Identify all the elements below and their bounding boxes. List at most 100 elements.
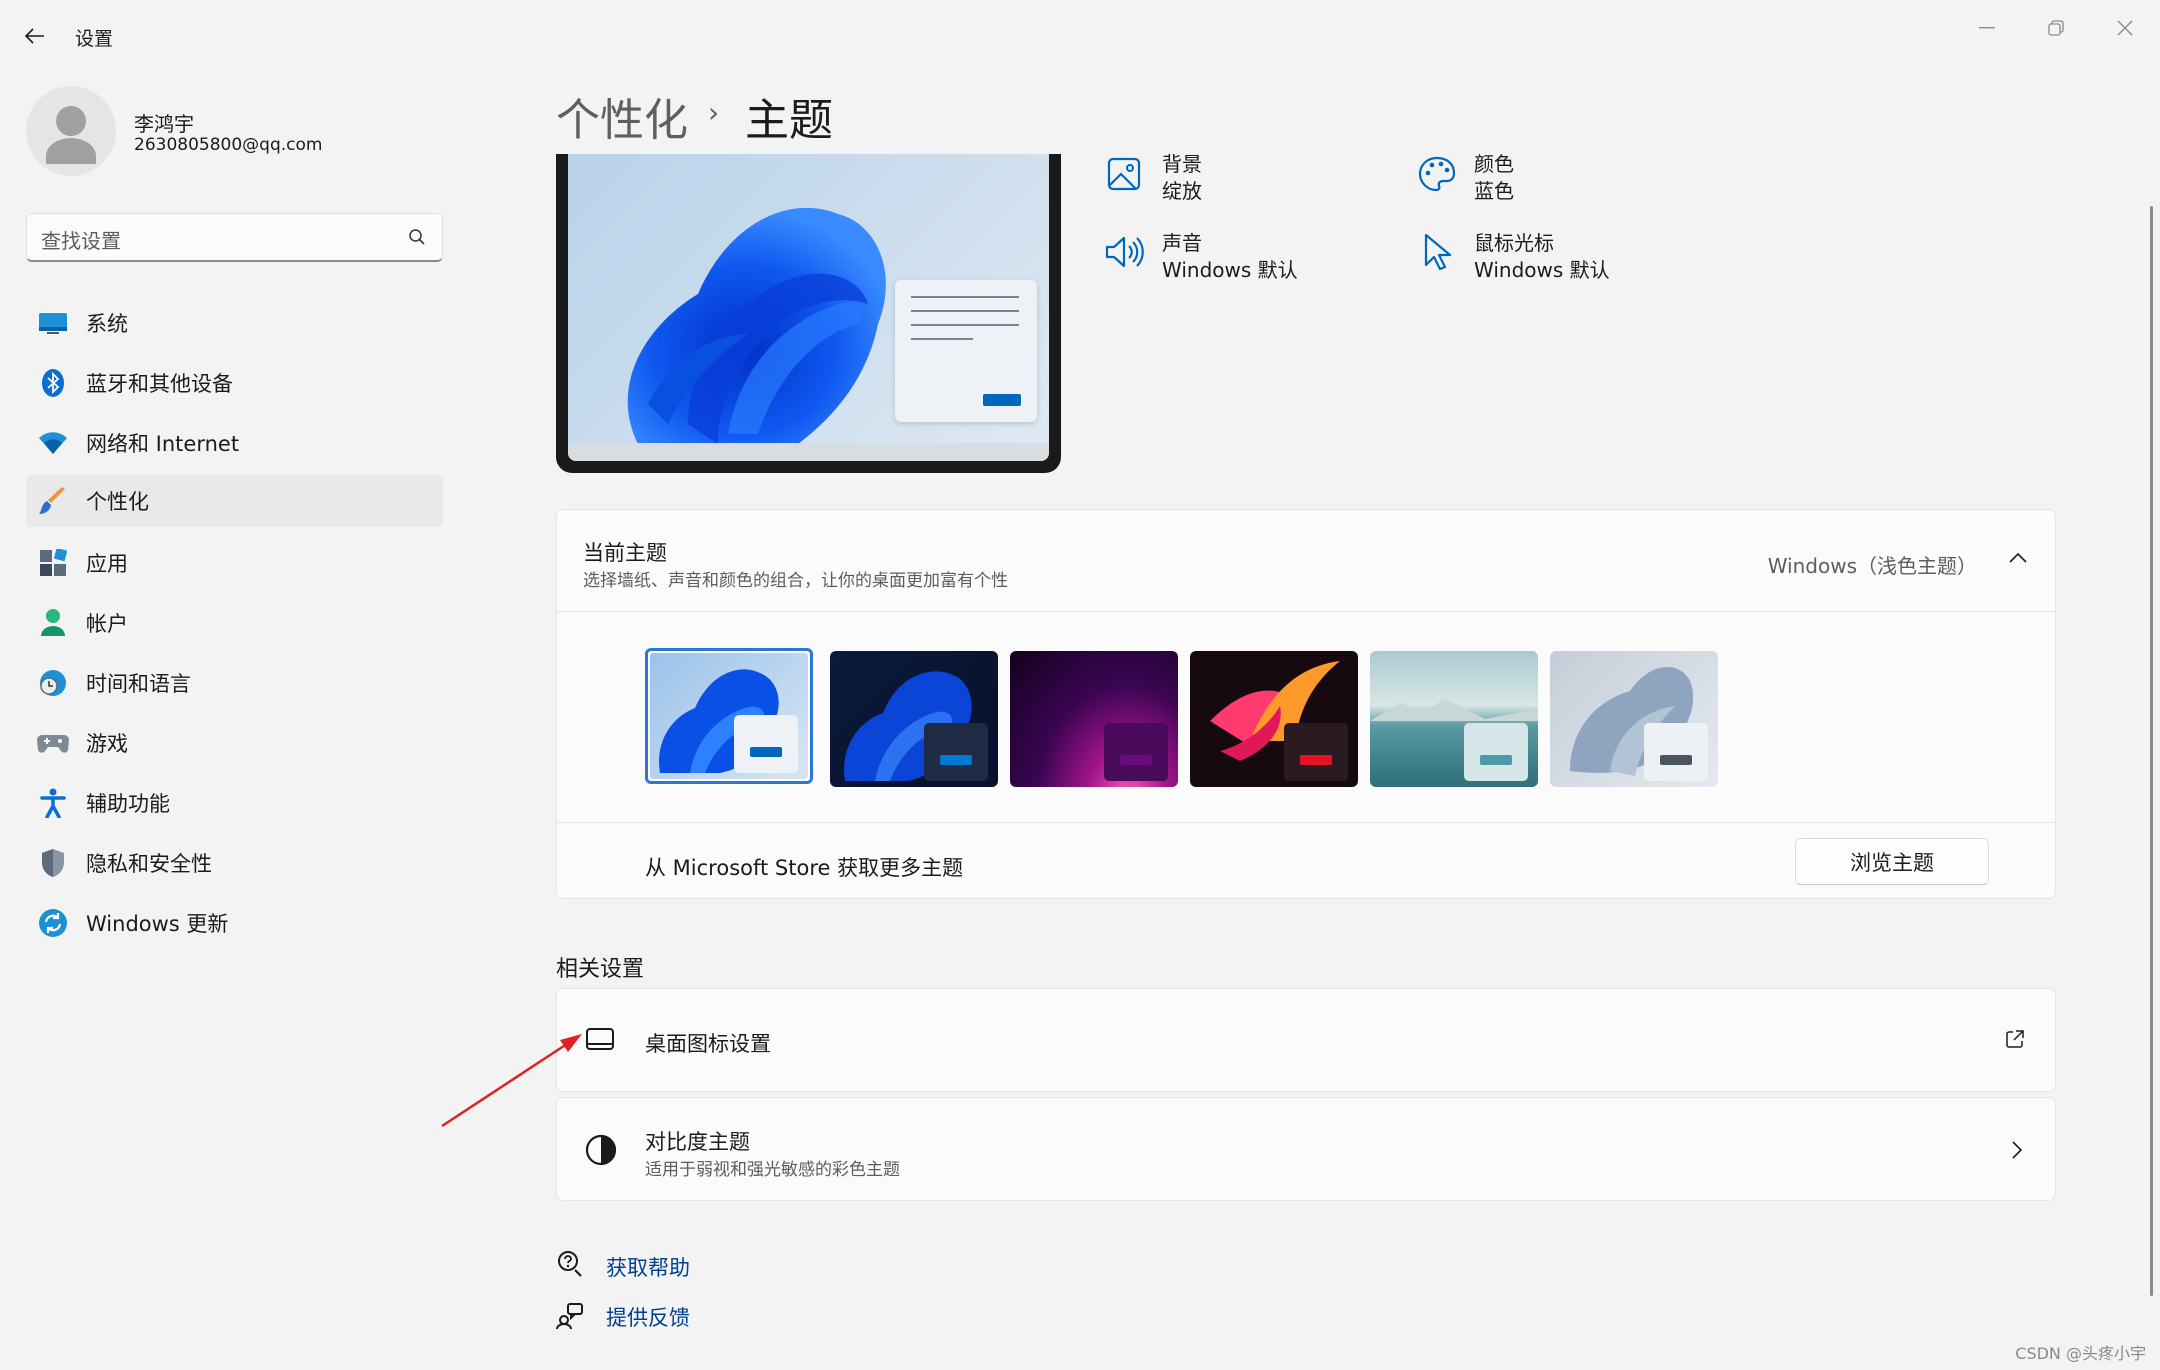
theme-thumbnail-windows-light[interactable] bbox=[645, 648, 813, 784]
gamepad-icon bbox=[36, 726, 70, 760]
related-settings-title: 相关设置 bbox=[556, 957, 645, 982]
theme-window-preview bbox=[1644, 723, 1708, 781]
store-text: 从 Microsoft Store 获取更多主题 bbox=[645, 856, 964, 880]
minimize-button[interactable] bbox=[1952, 8, 2022, 48]
speaker-icon[interactable] bbox=[1102, 230, 1146, 274]
color-setting[interactable]: 颜色 蓝色 bbox=[1474, 151, 1514, 205]
color-value: 蓝色 bbox=[1474, 179, 1514, 203]
sound-label: 声音 bbox=[1162, 231, 1202, 255]
theme-thumbnail-glow[interactable] bbox=[1010, 651, 1178, 787]
contrast-themes-row[interactable]: 对比度主题 适用于弱视和强光敏感的彩色主题 bbox=[556, 1097, 2056, 1201]
page-title: 主题 bbox=[745, 95, 833, 146]
picture-icon[interactable] bbox=[1102, 152, 1146, 196]
palette-icon[interactable] bbox=[1415, 152, 1459, 196]
desktop-icon bbox=[585, 1027, 615, 1053]
browse-themes-button[interactable]: 浏览主题 bbox=[1795, 838, 1989, 885]
desktop-icon-settings-row[interactable]: 桌面图标设置 bbox=[556, 988, 2056, 1092]
theme-window-preview bbox=[734, 715, 798, 773]
get-help-link[interactable]: 获取帮助 bbox=[606, 1252, 690, 1282]
sidebar-item-accessibility[interactable]: 辅助功能 bbox=[26, 777, 443, 829]
apps-icon bbox=[36, 546, 70, 580]
globe-clock-icon bbox=[36, 666, 70, 700]
sidebar-item-label: 应用 bbox=[86, 552, 128, 576]
brush-icon bbox=[36, 484, 70, 518]
current-theme-title: 当前主题 bbox=[583, 541, 667, 565]
cursor-setting[interactable]: 鼠标光标 Windows 默认 bbox=[1474, 230, 1610, 284]
sidebar-item-time-language[interactable]: 时间和语言 bbox=[26, 657, 443, 709]
contrast-icon bbox=[585, 1134, 617, 1166]
minimize-icon bbox=[1979, 27, 1995, 29]
cursor-value: Windows 默认 bbox=[1474, 258, 1610, 282]
external-link-icon bbox=[2005, 1029, 2025, 1049]
scrollbar-thumb[interactable] bbox=[2150, 206, 2153, 1296]
divider bbox=[557, 822, 2055, 823]
user-name: 李鸿宇 bbox=[134, 112, 194, 136]
background-setting[interactable]: 背景 绽放 bbox=[1162, 151, 1202, 205]
sidebar-item-windows-update[interactable]: Windows 更新 bbox=[26, 897, 443, 949]
back-button[interactable] bbox=[18, 22, 52, 50]
sidebar-item-label: 隐私和安全性 bbox=[86, 852, 212, 876]
sidebar-item-label: Windows 更新 bbox=[86, 912, 229, 936]
feedback-icon bbox=[556, 1302, 584, 1330]
sidebar-item-accounts[interactable]: 帐户 bbox=[26, 597, 443, 649]
sidebar-item-network[interactable]: 网络和 Internet bbox=[26, 417, 443, 469]
theme-thumbnail-sunrise[interactable] bbox=[1370, 651, 1538, 787]
breadcrumb-separator: › bbox=[708, 96, 720, 129]
avatar[interactable] bbox=[26, 86, 116, 176]
sidebar-item-apps[interactable]: 应用 bbox=[26, 537, 443, 589]
search-input[interactable]: 查找设置 bbox=[26, 213, 443, 262]
refresh-icon bbox=[36, 906, 70, 940]
close-icon bbox=[2117, 20, 2133, 36]
color-label: 颜色 bbox=[1474, 152, 1514, 176]
preview-window bbox=[895, 280, 1037, 422]
breadcrumb-parent[interactable]: 个性化 bbox=[556, 84, 688, 148]
user-email: 2630805800@qq.com bbox=[134, 135, 323, 155]
theme-window-preview bbox=[1284, 723, 1348, 781]
help-icon bbox=[556, 1250, 584, 1278]
sidebar-item-label: 蓝牙和其他设备 bbox=[86, 372, 233, 396]
current-theme-value: Windows（浅色主题） bbox=[1767, 554, 1977, 578]
search-placeholder: 查找设置 bbox=[41, 229, 121, 253]
watermark: CSDN @头疼小宇 bbox=[2015, 1344, 2146, 1363]
cursor-icon[interactable] bbox=[1415, 230, 1459, 274]
theme-thumbnail-windows-dark[interactable] bbox=[830, 651, 998, 787]
cursor-label: 鼠标光标 bbox=[1474, 231, 1554, 255]
bluetooth-icon bbox=[36, 366, 70, 400]
restore-button[interactable] bbox=[2021, 8, 2091, 48]
theme-thumbnail-flow[interactable] bbox=[1550, 651, 1718, 787]
sidebar-item-label: 系统 bbox=[86, 312, 128, 336]
sidebar-item-bluetooth[interactable]: 蓝牙和其他设备 bbox=[26, 357, 443, 409]
monitor-icon bbox=[36, 306, 70, 340]
sidebar-item-gaming[interactable]: 游戏 bbox=[26, 717, 443, 769]
sidebar-item-privacy[interactable]: 隐私和安全性 bbox=[26, 837, 443, 889]
close-button[interactable] bbox=[2090, 8, 2160, 48]
sidebar-item-label: 时间和语言 bbox=[86, 672, 191, 696]
sidebar-item-personalization[interactable]: 个性化 bbox=[26, 475, 443, 527]
search-icon[interactable] bbox=[408, 228, 426, 246]
sidebar-item-label: 辅助功能 bbox=[86, 792, 170, 816]
sound-setting[interactable]: 声音 Windows 默认 bbox=[1162, 230, 1298, 284]
theme-preview-wallpaper bbox=[568, 154, 1049, 461]
restore-icon bbox=[2048, 20, 2064, 36]
current-theme-header[interactable]: 当前主题 选择墙纸、声音和颜色的组合，让你的桌面更加富有个性 Windows（浅… bbox=[557, 510, 2055, 612]
chevron-right-icon bbox=[2011, 1140, 2023, 1160]
contrast-subtitle: 适用于弱视和强光敏感的彩色主题 bbox=[645, 1160, 900, 1180]
theme-window-preview bbox=[1464, 723, 1528, 781]
shield-icon bbox=[36, 846, 70, 880]
sidebar-item-system[interactable]: 系统 bbox=[26, 297, 443, 349]
desktop-icon-settings-label: 桌面图标设置 bbox=[645, 1032, 771, 1056]
theme-preview bbox=[556, 154, 1061, 473]
person-icon bbox=[36, 606, 70, 640]
user-avatar-icon bbox=[46, 106, 96, 164]
sidebar-item-label: 帐户 bbox=[86, 612, 128, 636]
contrast-title: 对比度主题 bbox=[645, 1130, 750, 1154]
chevron-up-icon[interactable] bbox=[2009, 552, 2027, 564]
background-label: 背景 bbox=[1162, 152, 1202, 176]
theme-window-preview bbox=[1104, 723, 1168, 781]
theme-thumbnail-captured-motion[interactable] bbox=[1190, 651, 1358, 787]
feedback-link[interactable]: 提供反馈 bbox=[606, 1302, 690, 1332]
annotation-arrow bbox=[441, 1034, 582, 1128]
current-theme-subtitle: 选择墙纸、声音和颜色的组合，让你的桌面更加富有个性 bbox=[583, 571, 1008, 591]
app-title: 设置 bbox=[75, 28, 114, 50]
wifi-icon bbox=[36, 426, 70, 460]
